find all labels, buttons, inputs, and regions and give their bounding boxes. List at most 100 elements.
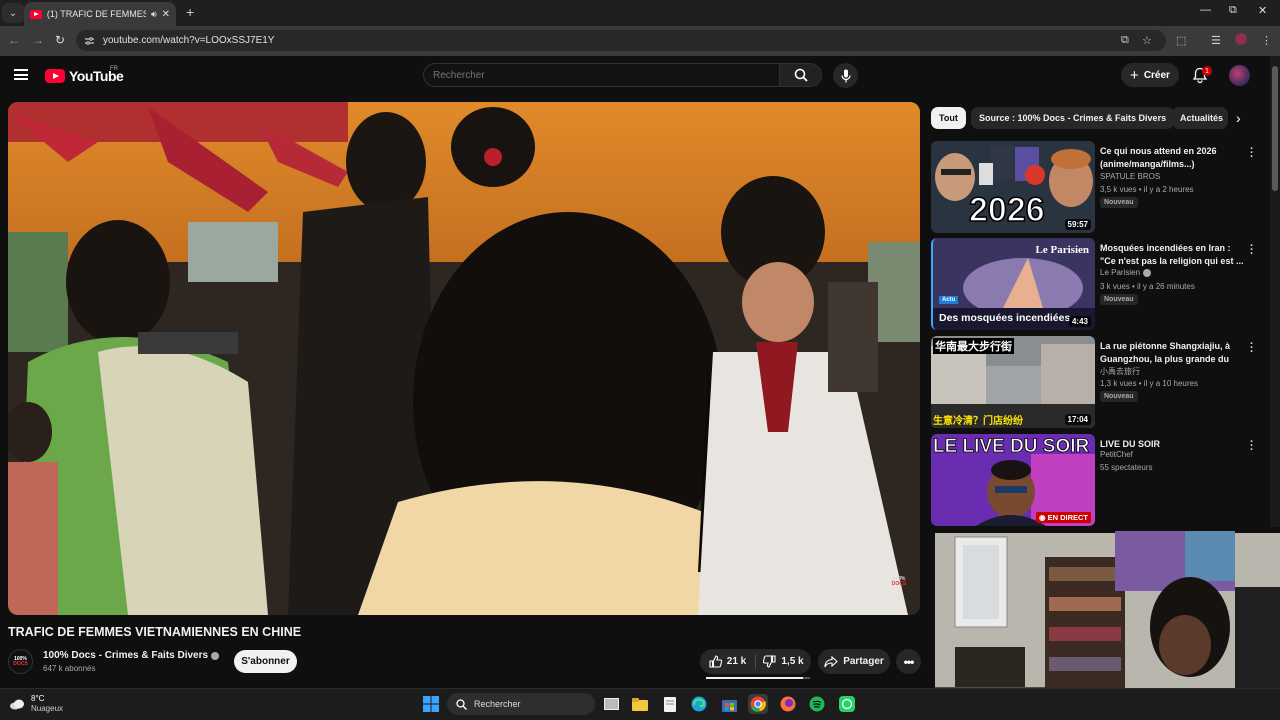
video-title[interactable]: Ce qui nous attend en 2026 (anime/manga/… [1100,145,1244,171]
taskbar-search[interactable]: Rechercher [447,693,595,715]
channel-name-link[interactable]: 100% Docs - Crimes & Faits Divers [43,650,220,661]
recommended-video-1[interactable]: 2026 59:57 Ce qui nous attend en 2026 (a… [931,141,1266,233]
chip-source[interactable]: Source : 100% Docs - Crimes & Faits Dive… [971,107,1175,129]
video-thumbnail[interactable]: 华南最大步行街 生意冷清？门店纷纷 17:04 [931,336,1095,428]
view-meta: 3,5 k vues • il y a 2 heures [1100,185,1194,194]
back-icon[interactable]: ← [8,33,20,47]
new-badge: Nouveau [1100,294,1138,305]
site-info-icon[interactable] [84,36,95,46]
verified-check-icon [211,651,220,660]
dislike-button[interactable]: 1,5 k [756,649,811,674]
close-window-icon[interactable]: ✕ [1258,4,1267,17]
video-menu-icon[interactable]: · · · [1250,339,1254,358]
new-tab-button[interactable]: + [186,4,194,20]
video-menu-icon[interactable]: · · · [1250,437,1254,456]
video-duration: 17:04 [1064,414,1091,425]
live-broadcast-icon: ◉ [1039,513,1046,522]
reload-icon[interactable]: ↻ [55,33,65,47]
firefox-icon[interactable] [778,694,798,714]
windows-start-icon[interactable] [421,694,441,714]
whatsapp-icon[interactable] [837,694,857,714]
edge-browser-icon[interactable] [689,694,709,714]
notification-count-badge: 1 [1202,66,1212,76]
channel-name: Le Parisien [1100,268,1141,277]
profile-avatar[interactable] [1235,33,1247,45]
video-title[interactable]: Mosquées incendiées en Iran : "Ce n'est … [1100,242,1244,268]
forward-icon[interactable]: → [32,33,44,47]
new-badge: Nouveau [1100,197,1138,208]
task-view-icon[interactable] [601,694,621,714]
extensions-icon[interactable]: ⬚ [1176,34,1186,47]
share-button[interactable]: Partager [818,649,890,674]
url-text: youtube.com/watch?v=LOOxSSJ7E1Y [103,35,275,46]
recommended-video-3[interactable]: 华南最大步行街 生意冷清？门店纷纷 17:04 La rue piétonne … [931,336,1266,428]
chrome-icon[interactable] [748,694,768,714]
video-menu-icon[interactable]: · · · [1250,241,1254,260]
bookmark-star-icon[interactable]: ☆ [1142,34,1152,47]
recommended-video-4[interactable]: LE LIVE DU SOIR ◉ EN DIRECT LIVE DU SOIR … [931,434,1266,526]
chip-all[interactable]: Tout [931,107,966,129]
like-dislike-group: 21 k 1,5 k [700,649,811,674]
create-label: Créer [1143,69,1170,81]
browser-tab-youtube[interactable]: (1) TRAFIC DE FEMMES VIETNA 🔊︎ ✕ [24,2,176,26]
weather-widget[interactable]: 8°C Nuageux [9,694,63,714]
video-duration: 4:43 [1068,316,1091,327]
channel-link[interactable]: Le Parisien [1100,268,1152,277]
scrollbar-thumb[interactable] [1272,66,1278,191]
le-parisien-logo: Le Parisien [1035,244,1089,256]
verified-check-icon [1143,268,1152,277]
like-button[interactable]: 21 k [700,649,755,674]
video-thumbnail[interactable]: LE LIVE DU SOIR ◉ EN DIRECT [931,434,1095,526]
thumbnail-top-caption: 华南最大步行街 [933,338,1014,354]
subscribe-button[interactable]: S'abonner [234,650,297,673]
notepad-icon[interactable] [660,694,680,714]
more-actions-icon[interactable]: ••• [896,649,921,674]
search-icon [794,68,808,82]
channel-watermark: 100% DOCS [891,576,907,587]
address-bar[interactable]: youtube.com/watch?v=LOOxSSJ7E1Y [76,30,1166,51]
thumbs-up-icon [709,655,722,668]
plus-icon: + [1130,66,1139,84]
video-player[interactable]: 100% DOCS [8,102,920,615]
reading-list-icon[interactable]: ☰ [1211,34,1221,47]
video-menu-icon[interactable]: · · · [1250,144,1254,163]
youtube-play-icon [45,69,65,83]
like-ratio-bar [706,677,810,679]
channel-name[interactable]: 小禹去旅行 [1100,366,1140,377]
cloud-icon [10,699,24,710]
channel-name[interactable]: SPATULE BROS [1100,172,1160,181]
close-tab-icon[interactable]: ✕ [162,9,170,20]
account-avatar[interactable] [1229,65,1250,86]
share-label: Partager [843,656,884,667]
video-title[interactable]: La rue piétonne Shangxiajiu, à Guangzhou… [1100,340,1244,367]
voice-search-button[interactable] [833,63,858,88]
menu-icon[interactable] [14,69,28,80]
restore-icon[interactable]: ⧉ [1229,4,1237,17]
video-thumbnail[interactable]: Le Parisien Actu Des mosquées incendiées… [931,238,1095,330]
video-duration: 59:57 [1064,219,1091,230]
new-badge: Nouveau [1100,391,1138,402]
channel-name: 100% Docs - Crimes & Faits Divers [43,650,209,661]
live-badge: ◉ EN DIRECT [1036,512,1091,523]
video-thumbnail[interactable]: 2026 59:57 [931,141,1095,233]
subscriber-count: 647 k abonnés [43,664,96,673]
speaker-icon[interactable]: 🔊︎ [151,9,157,20]
spotify-icon[interactable] [807,694,827,714]
like-count: 21 k [726,656,747,667]
search-button[interactable] [780,63,822,87]
create-button[interactable]: + Créer [1121,63,1179,87]
tab-search-chevron-icon[interactable]: ⌄ [2,3,24,23]
browser-menu-icon[interactable]: ⋮ [1261,34,1272,47]
file-explorer-icon[interactable] [630,694,650,714]
chevron-right-icon[interactable]: › [1236,110,1241,126]
viewer-count: 55 spectateurs [1100,463,1153,472]
minimize-icon[interactable]: — [1200,4,1211,16]
channel-name[interactable]: PetitChef [1100,450,1133,459]
channel-avatar[interactable]: 100% DOCS [8,649,33,674]
cast-icon[interactable]: ⧉ [1121,34,1129,47]
microsoft-store-icon[interactable] [719,694,739,714]
logo-country-code: FR [110,66,118,72]
recommended-video-2[interactable]: Le Parisien Actu Des mosquées incendiées… [931,238,1266,330]
search-input[interactable] [423,63,780,87]
chip-news[interactable]: Actualités [1172,107,1228,129]
